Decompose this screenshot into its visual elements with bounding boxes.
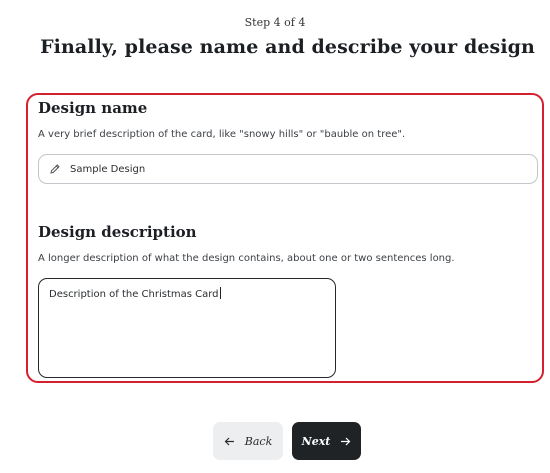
design-description-value: Description of the Christmas Card — [49, 289, 219, 300]
pencil-icon — [49, 163, 61, 175]
design-description-help: A longer description of what the design … — [38, 253, 455, 264]
design-details-panel: Design name A very brief description of … — [26, 93, 544, 383]
design-description-textarea[interactable]: Description of the Christmas Card — [38, 278, 336, 378]
arrow-left-icon — [224, 436, 235, 447]
design-name-help: A very brief description of the card, li… — [38, 129, 406, 140]
step-indicator: Step 4 of 4 — [244, 16, 306, 29]
page-title: Finally, please name and describe your d… — [40, 36, 535, 58]
arrow-right-icon — [340, 436, 351, 447]
next-button[interactable]: Next — [292, 422, 361, 460]
back-button-label: Back — [244, 434, 273, 448]
design-name-input[interactable]: Sample Design — [38, 154, 538, 184]
design-name-label: Design name — [38, 99, 148, 117]
design-description-label: Design description — [38, 223, 197, 241]
design-name-value: Sample Design — [70, 163, 146, 175]
text-cursor — [219, 287, 221, 299]
next-button-label: Next — [301, 434, 331, 448]
back-button[interactable]: Back — [213, 422, 283, 460]
